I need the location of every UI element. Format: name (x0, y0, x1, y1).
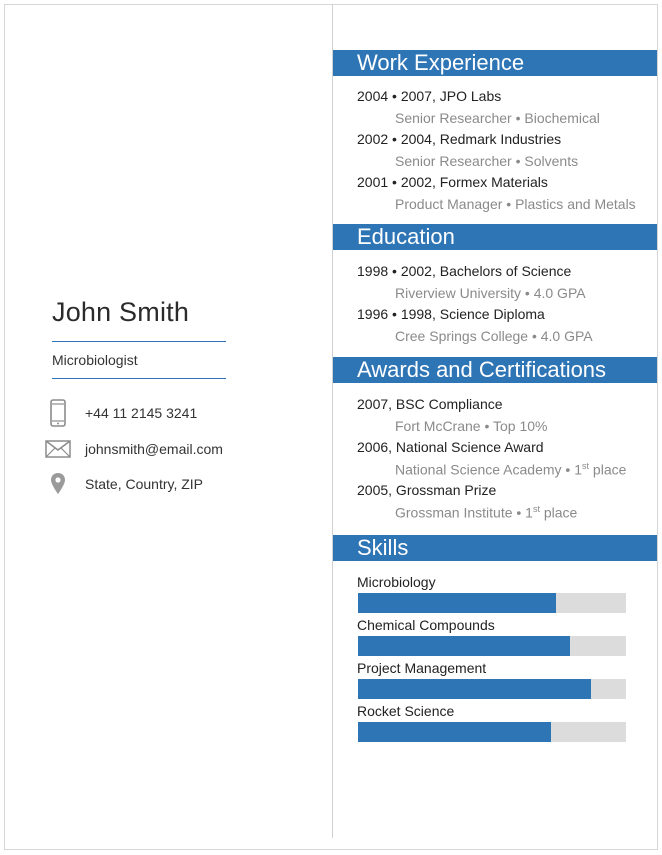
name-underline (52, 341, 226, 342)
work-entry-sub: Senior Researcher • Solvents (395, 153, 579, 169)
skill-bar-fill (358, 593, 557, 613)
award-entry-main: 2005, Grossman Prize (357, 482, 497, 498)
skill-bar-track (358, 679, 626, 699)
work-entry-main: 2001 • 2002, Formex Materials (357, 174, 548, 190)
education-entry-main: 1996 • 1998, Science Diploma (357, 306, 545, 322)
phone-number[interactable]: +44 11 2145 3241 (85, 405, 197, 421)
award-entry-main: 2006, National Science Award (357, 439, 544, 455)
work-entry-main: 2002 • 2004, Redmark Industries (357, 131, 562, 147)
location-text: State, Country, ZIP (85, 476, 204, 492)
section-header-skills: Skills (333, 535, 657, 561)
work-entry-main: 2004 • 2007, JPO Labs (357, 88, 502, 104)
award-entry-sub: National Science Academy • 1st place (395, 461, 627, 478)
phone-icon (44, 398, 72, 428)
education-entry-main: 1998 • 2002, Bachelors of Science (357, 263, 572, 279)
award-entry-main: 2007, BSC Compliance (357, 396, 503, 412)
skill-bar-track (358, 593, 626, 613)
skill-label: Chemical Compounds (357, 617, 495, 633)
contact-phone: +44 11 2145 3241 (44, 398, 304, 428)
envelope-icon (44, 434, 72, 464)
ordinal-suffix: st (532, 504, 540, 514)
person-name: John Smith (52, 297, 190, 327)
award-entry-sub: Grossman Institute • 1st place (395, 504, 578, 521)
section-header-work: Work Experience (333, 50, 657, 76)
section-header-education: Education (333, 224, 657, 250)
skill-bar-fill (358, 636, 570, 656)
skill-label: Project Management (357, 660, 487, 676)
column-divider (332, 4, 333, 838)
skill-bar-track (358, 636, 626, 656)
skill-bar-track (358, 722, 626, 742)
skill-label: Microbiology (357, 574, 436, 590)
email-address[interactable]: johnsmith@email.com (85, 441, 223, 457)
ordinal-suffix: st (582, 461, 590, 471)
map-pin-icon (44, 469, 72, 499)
job-title: Microbiologist (52, 352, 138, 368)
work-entry-sub: Senior Researcher • Biochemical (395, 110, 600, 126)
award-entry-sub: Fort McCrane • Top 10% (395, 418, 548, 434)
skill-bar-fill (358, 722, 551, 742)
skill-label: Rocket Science (357, 703, 455, 719)
title-underline (52, 378, 226, 379)
education-entry-sub: Riverview University • 4.0 GPA (395, 285, 586, 301)
skill-bar-fill (358, 679, 592, 699)
work-entry-sub: Product Manager • Plastics and Metals (395, 196, 636, 212)
education-entry-sub: Cree Springs College • 4.0 GPA (395, 328, 593, 344)
section-header-awards: Awards and Certifications (333, 357, 657, 383)
contact-location: State, Country, ZIP (44, 469, 304, 499)
contact-email: johnsmith@email.com (44, 434, 304, 464)
